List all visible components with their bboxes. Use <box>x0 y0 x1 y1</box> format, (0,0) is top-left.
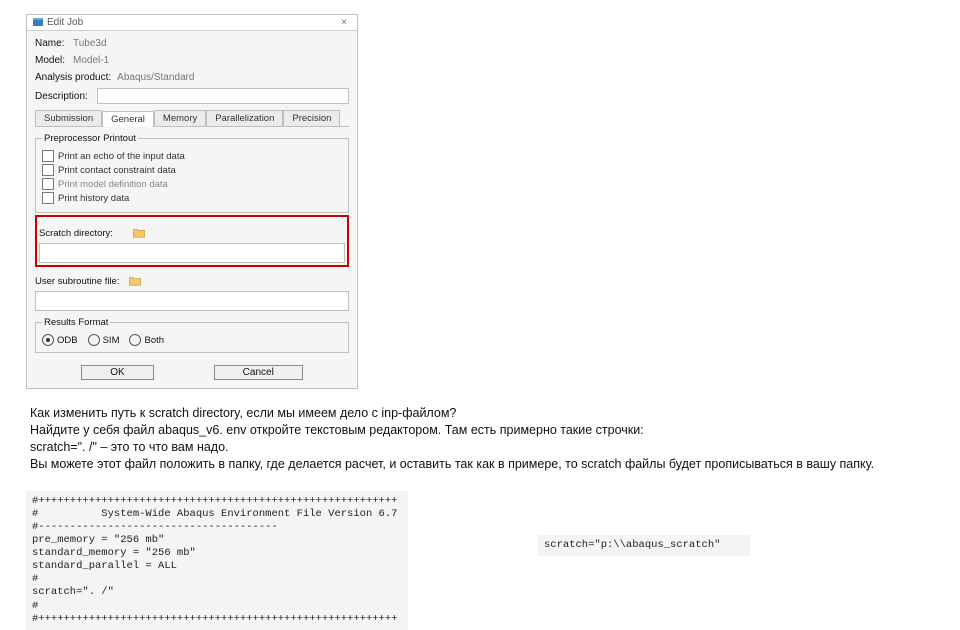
analysis-value: Abaqus/Standard <box>115 71 349 84</box>
radio-both[interactable] <box>129 334 141 346</box>
analysis-label: Analysis product: <box>35 72 111 83</box>
description-label: Description: <box>35 91 93 102</box>
model-value: Model-1 <box>71 54 349 67</box>
description-input[interactable] <box>97 88 349 104</box>
close-icon[interactable]: × <box>337 17 351 28</box>
folder-icon <box>129 276 141 286</box>
preproc-legend: Preprocessor Printout <box>42 133 138 144</box>
radio-odb[interactable] <box>42 334 54 346</box>
scratch-highlight-box: Scratch directory: <box>35 215 349 267</box>
usersub-browse-button[interactable] <box>127 273 143 289</box>
checkbox-model[interactable] <box>42 178 54 190</box>
para-line-3: scratch=". /" – это то что вам надо. <box>30 439 930 456</box>
radio-sim-label: SIM <box>103 335 120 346</box>
folder-icon <box>133 228 145 238</box>
checkbox-contact[interactable] <box>42 164 54 176</box>
name-label: Name: <box>35 38 71 49</box>
tab-precision[interactable]: Precision <box>283 110 340 126</box>
cancel-button[interactable]: Cancel <box>214 365 303 380</box>
env-file-snippet: #+++++++++++++++++++++++++++++++++++++++… <box>26 491 408 630</box>
ok-button[interactable]: OK <box>81 365 153 380</box>
checkbox-history[interactable] <box>42 192 54 204</box>
scratch-browse-button[interactable] <box>131 225 147 241</box>
edit-job-dialog: Edit Job × Name: Tube3d Model: Model-1 A… <box>26 14 358 389</box>
checkbox-echo-label: Print an echo of the input data <box>58 151 185 162</box>
checkbox-contact-label: Print contact constraint data <box>58 165 176 176</box>
tabs: Submission General Memory Parallelizatio… <box>35 110 349 127</box>
checkbox-model-label: Print model definition data <box>58 179 168 190</box>
checkbox-history-label: Print history data <box>58 193 129 204</box>
tab-memory[interactable]: Memory <box>154 110 206 126</box>
results-format: Results Format ODB SIM Both <box>35 317 349 353</box>
model-label: Model: <box>35 55 71 66</box>
name-value: Tube3d <box>71 37 349 50</box>
dialog-title: Edit Job <box>47 17 83 28</box>
para-line-4: Вы можете этот файл положить в папку, гд… <box>30 456 930 473</box>
instruction-text: Как изменить путь к scratch directory, е… <box>30 405 930 473</box>
results-legend: Results Format <box>42 317 110 328</box>
para-line-2: Найдите у себя файл abaqus_v6. env откро… <box>30 422 930 439</box>
preprocessor-printout: Preprocessor Printout Print an echo of t… <box>35 133 349 213</box>
checkbox-echo[interactable] <box>42 150 54 162</box>
radio-both-label: Both <box>144 335 164 346</box>
usersub-label: User subroutine file: <box>35 276 125 287</box>
tab-general[interactable]: General <box>102 111 154 127</box>
scratch-override-snippet: scratch="p:\\abaqus_scratch" <box>538 535 750 556</box>
para-line-1: Как изменить путь к scratch directory, е… <box>30 405 930 422</box>
radio-sim[interactable] <box>88 334 100 346</box>
usersub-input[interactable] <box>35 291 349 311</box>
tab-submission[interactable]: Submission <box>35 110 102 126</box>
app-icon <box>33 18 43 28</box>
titlebar: Edit Job × <box>27 15 357 31</box>
scratch-label: Scratch directory: <box>39 228 129 239</box>
radio-odb-label: ODB <box>57 335 78 346</box>
tab-parallelization[interactable]: Parallelization <box>206 110 283 126</box>
scratch-input[interactable] <box>39 243 345 263</box>
